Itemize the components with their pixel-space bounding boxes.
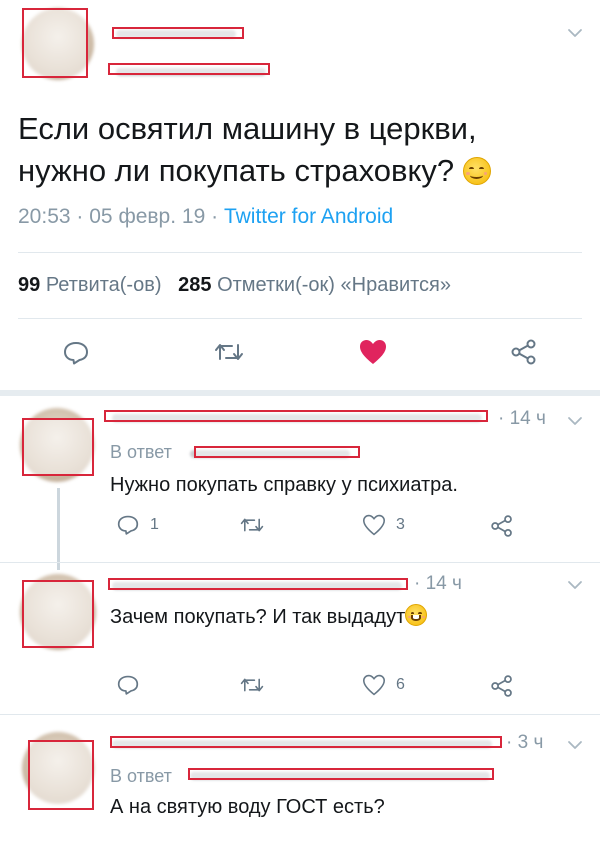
tweet-body: Если освятил машину в церкви, нужно ли п… (18, 108, 578, 192)
replying-handle-redaction[interactable] (188, 768, 494, 780)
reply-count: 1 (150, 516, 159, 533)
retweet-icon (240, 518, 264, 532)
retweets-label[interactable]: Ретвита(-ов) (46, 274, 162, 296)
reply-text: Зачем покупать? И так выдадут (110, 604, 428, 629)
avatar-redaction (22, 8, 88, 78)
avatar-redaction (22, 418, 94, 476)
author-name-redaction (112, 27, 244, 39)
reply-author-redaction (104, 410, 488, 422)
retweet-button[interactable] (240, 515, 264, 535)
smiling-emoji (462, 157, 491, 185)
tweet-stats: 99 Ретвита(-ов) 285 Отметки(-ок) «Нравит… (18, 274, 451, 297)
reply-icon (117, 515, 139, 535)
divider (0, 562, 600, 563)
chevron-down-icon[interactable] (566, 736, 584, 754)
heart-icon (362, 674, 386, 696)
share-icon (511, 339, 536, 365)
retweets-count[interactable]: 99 (18, 274, 40, 296)
avatar-redaction (22, 580, 94, 648)
likes-count[interactable]: 285 (178, 274, 211, 296)
share-button[interactable] (490, 514, 514, 538)
reply-author-redaction (110, 736, 502, 748)
divider (0, 714, 600, 715)
chevron-down-icon[interactable] (566, 412, 584, 430)
reply-text: Нужно покупать справку у психиатра. (110, 474, 458, 496)
reply-icon (117, 675, 139, 695)
reply-text: А на святую воду ГОСТ есть? (110, 796, 385, 818)
retweet-button[interactable] (240, 675, 264, 695)
replying-handle-redaction[interactable] (194, 446, 360, 458)
retweet-icon (240, 678, 264, 692)
like-count: 6 (396, 676, 405, 693)
likes-label[interactable]: Отметки(-ок) «Нравится» (217, 274, 451, 296)
reply-button[interactable] (116, 674, 140, 696)
chevron-down-icon[interactable] (566, 24, 584, 42)
reply-time: · 3 ч (506, 732, 544, 753)
divider (18, 252, 582, 253)
heart-icon (360, 340, 386, 364)
chevron-down-icon[interactable] (566, 576, 584, 594)
share-icon (491, 675, 512, 697)
tweet-time: 20:53 (18, 205, 71, 228)
heart-icon (362, 514, 386, 536)
divider (18, 318, 582, 319)
author-handle-redaction (108, 63, 270, 75)
share-icon (491, 515, 512, 537)
grinning-emoji (405, 604, 428, 626)
reply-author-redaction (108, 578, 408, 590)
tweet-source-link[interactable]: Twitter for Android (224, 205, 393, 228)
meta-separator: · (76, 205, 84, 228)
retweet-icon (215, 344, 243, 360)
reply-button[interactable]: 1 (116, 514, 159, 536)
share-button[interactable] (490, 674, 514, 698)
retweet-button[interactable] (214, 340, 244, 364)
thread-line (57, 488, 60, 570)
like-button[interactable]: 3 (362, 514, 405, 536)
reply-icon (64, 342, 88, 365)
tweet-meta: 20:53 · 05 февр. 19 · Twitter for Androi… (18, 205, 393, 229)
like-count: 3 (396, 516, 405, 533)
tweet-date: 05 февр. 19 (89, 205, 206, 228)
share-button[interactable] (510, 338, 538, 366)
replying-to: В ответ (110, 442, 172, 462)
reply-time: · 14 ч (498, 408, 546, 429)
tweet-text-line-2: нужно ли покупать страховку? (18, 150, 578, 192)
replying-to: В ответ (110, 766, 172, 786)
reply-button[interactable] (62, 340, 90, 366)
like-button[interactable] (358, 338, 388, 366)
avatar-redaction (28, 740, 94, 810)
meta-separator: · (211, 205, 219, 228)
like-button[interactable]: 6 (362, 674, 405, 696)
reply-time: · 14 ч (414, 573, 462, 594)
section-divider (0, 390, 600, 396)
tweet-text-line-1: Если освятил машину в церкви, (18, 111, 477, 146)
